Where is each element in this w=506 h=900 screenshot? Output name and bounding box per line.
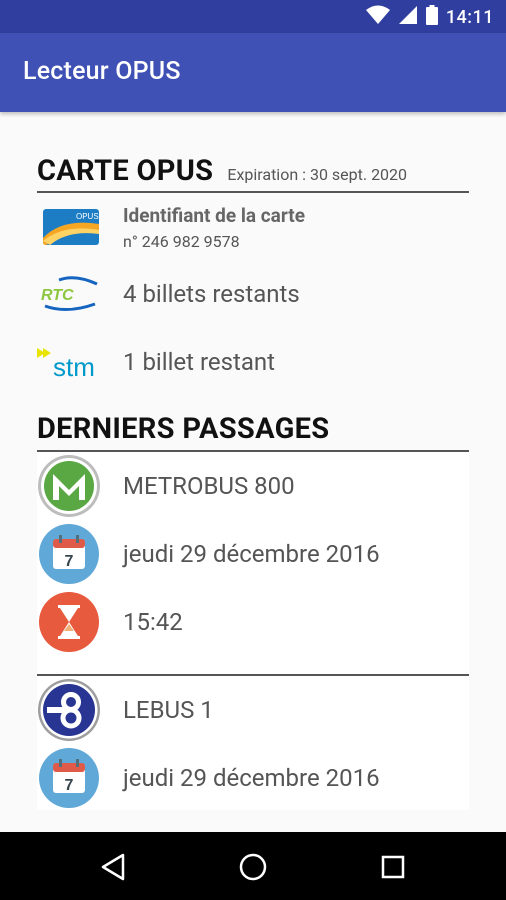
back-button[interactable] — [96, 850, 130, 884]
trips-section-title: DERNIERS PASSAGES — [37, 412, 330, 446]
svg-text:stm: stm — [53, 352, 95, 380]
stm-tickets-remaining: 1 billet restant — [123, 348, 275, 376]
trip-divider — [37, 674, 469, 676]
card-section-title: CARTE OPUS — [37, 154, 214, 188]
card-expiration: Expiration : 30 sept. 2020 — [227, 165, 408, 184]
home-icon — [239, 853, 267, 881]
calendar-icon: 7 — [37, 522, 101, 586]
status-bar: 14:11 — [0, 0, 506, 33]
rtc-tickets-remaining: 4 billets restants — [123, 280, 300, 308]
stm-logo-icon: stm — [37, 344, 105, 380]
trip-date-row: 7 jeudi 29 décembre 2016 — [37, 746, 469, 810]
trip-time: 15:42 — [123, 608, 183, 636]
back-icon — [101, 853, 125, 881]
signal-icon — [398, 5, 418, 29]
card-section-header: CARTE OPUS Expiration : 30 sept. 2020 — [37, 154, 469, 193]
clock: 14:11 — [445, 6, 494, 28]
trip-route-row: LEBUS 1 — [37, 678, 469, 742]
trip-route-name: METROBUS 800 — [123, 472, 295, 500]
trips-list: METROBUS 800 7 jeudi 29 décembre 2016 15… — [37, 452, 469, 810]
opus-card-icon: OPUS — [37, 208, 105, 246]
svg-text:RTC: RTC — [41, 287, 74, 304]
lebus-icon — [37, 678, 101, 742]
trip-time-row: 15:42 — [37, 590, 469, 654]
trip-route-row: METROBUS 800 — [37, 454, 469, 518]
hourglass-icon — [37, 590, 101, 654]
trips-section-header: DERNIERS PASSAGES — [37, 412, 469, 452]
app-title: Lecteur OPUS — [23, 57, 181, 86]
trip-route-name: LEBUS 1 — [123, 696, 214, 724]
recents-button[interactable] — [376, 850, 410, 884]
calendar-icon: 7 — [37, 746, 101, 810]
svg-text:OPUS: OPUS — [76, 212, 99, 221]
metrobus-icon — [37, 454, 101, 518]
rtc-logo-icon: RTC — [37, 276, 105, 312]
wifi-icon — [365, 5, 390, 29]
card-identifier-number: n° 246 982 9578 — [123, 231, 240, 251]
card-identifier-label: Identifiant de la carte — [123, 203, 305, 227]
svg-text:7: 7 — [65, 553, 74, 570]
rtc-tickets-row: RTC 4 billets restants — [37, 272, 469, 316]
trip-date-row: 7 jeudi 29 décembre 2016 — [37, 522, 469, 586]
svg-text:7: 7 — [65, 777, 74, 794]
app-bar: Lecteur OPUS — [0, 33, 506, 112]
trip-date: jeudi 29 décembre 2016 — [123, 764, 380, 792]
battery-icon — [425, 5, 438, 29]
trip-date: jeudi 29 décembre 2016 — [123, 540, 380, 568]
main-content[interactable]: CARTE OPUS Expiration : 30 sept. 2020 OPU… — [0, 112, 506, 832]
card-identifier-row: OPUS Identifiant de la carte n° 246 982 … — [37, 202, 469, 252]
home-button[interactable] — [236, 850, 270, 884]
recents-icon — [381, 855, 405, 879]
navigation-bar — [0, 832, 506, 900]
stm-tickets-row: stm 1 billet restant — [37, 340, 469, 384]
